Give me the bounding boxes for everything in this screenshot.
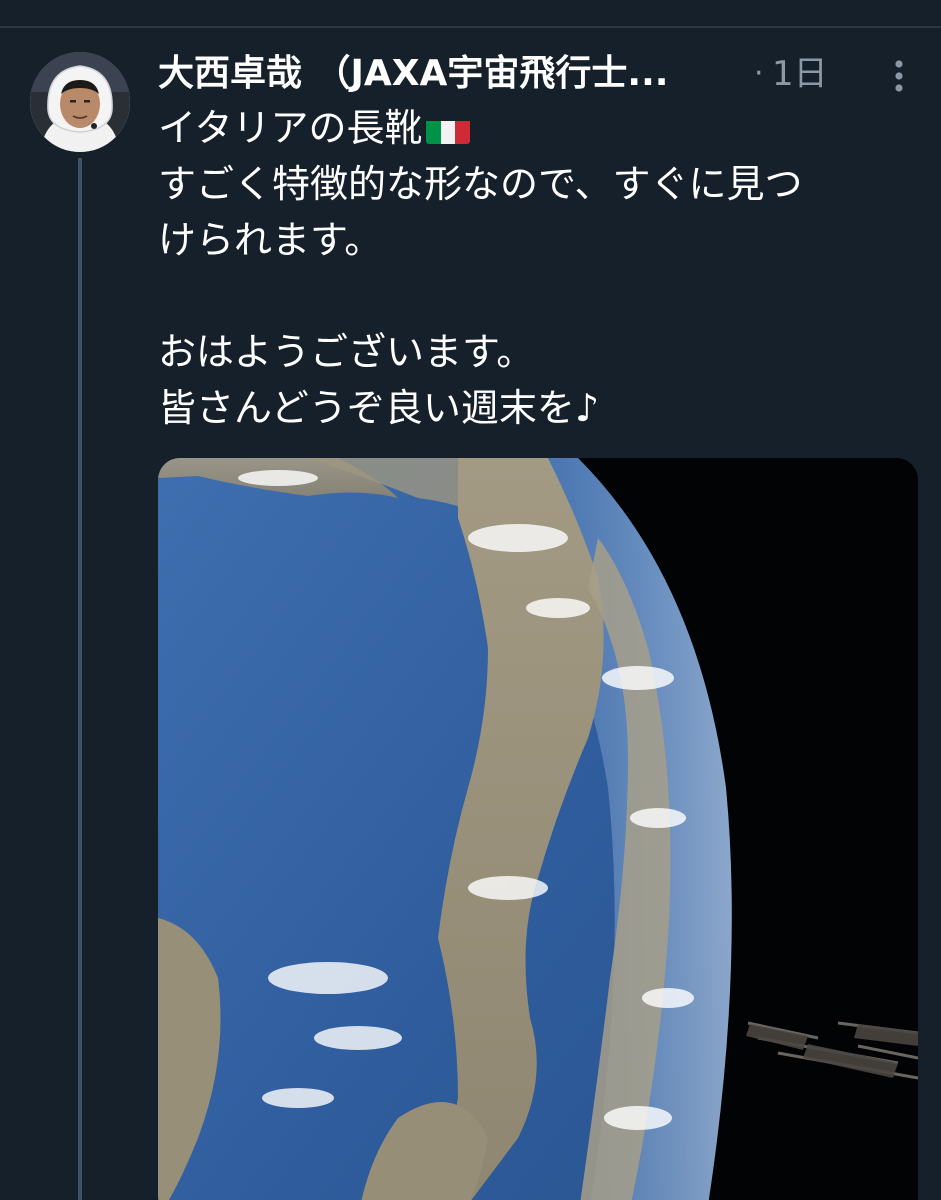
tweet-text-blank-line <box>158 268 908 324</box>
tweet-text-line-1: イタリアの長靴 <box>158 100 908 156</box>
tweet-timestamp[interactable]: 1日 <box>772 48 828 100</box>
tweet-text-line-6: 皆さんどうぞ良い週末を♪ <box>158 386 600 430</box>
tweet-text-line-1-text: イタリアの長靴 <box>158 106 423 150</box>
tweet-text: イタリアの長靴 すごく特徴的な形なので、すぐに見つ けられます。 おはようござい… <box>158 100 908 436</box>
earth-from-space-italy-photo <box>158 458 918 1200</box>
tweet-text-line-3: けられます。 <box>158 218 383 262</box>
tweet-media-photo[interactable] <box>158 458 918 1200</box>
tweet-header: 大西卓哉 （JAXA宇宙飛行士... · 1日 <box>158 48 928 102</box>
more-dots-icon[interactable] <box>882 56 916 96</box>
italy-flag-icon <box>426 112 471 144</box>
top-divider <box>0 26 941 28</box>
tweet-text-line-5: おはようございます。 <box>158 330 535 374</box>
thread-connector-line <box>78 158 82 1200</box>
author-avatar[interactable] <box>30 52 130 152</box>
tweet-text-line-2: すごく特徴的な形なので、すぐに見つ <box>158 162 803 206</box>
author-display-name[interactable]: 大西卓哉 （JAXA宇宙飛行士... <box>158 48 748 100</box>
time-separator: · <box>754 56 764 91</box>
astronaut-avatar-icon <box>30 52 130 152</box>
